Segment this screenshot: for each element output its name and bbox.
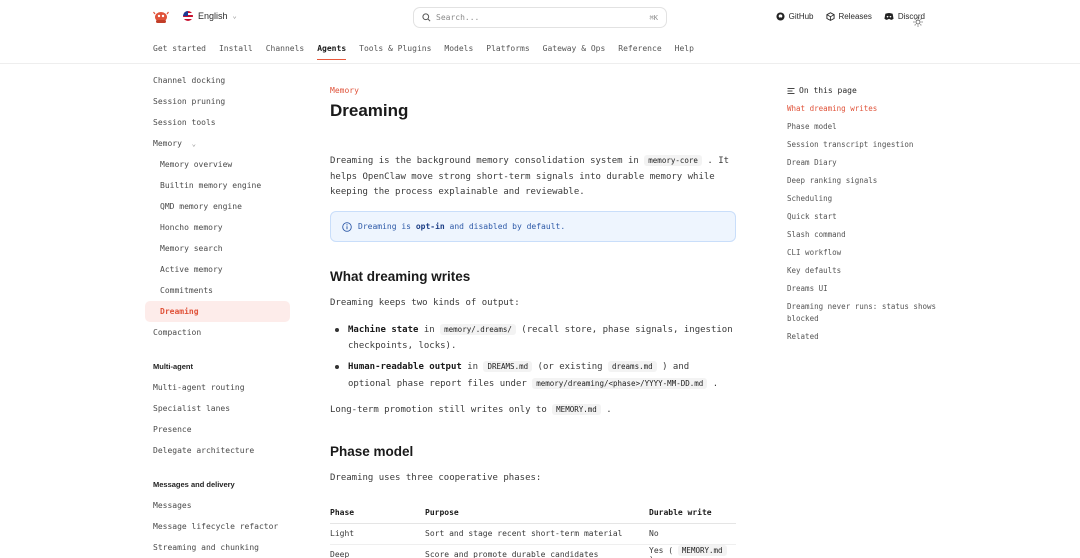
releases-link[interactable]: Releases [825,12,872,21]
toc-item-dreams-ui[interactable]: Dreams UI [787,283,937,295]
search-placeholder: Search... [436,13,480,22]
tab-reference[interactable]: Reference [618,44,661,60]
sidebar-item-streaming[interactable]: Streaming and chunking [145,537,290,558]
sidebar-item-messages[interactable]: Messages [145,495,290,516]
toc-item-quick-start[interactable]: Quick start [787,211,937,223]
toc-item-scheduling[interactable]: Scheduling [787,193,937,205]
us-flag-icon [183,11,193,21]
phase-intro: Dreaming uses three cooperative phases: [330,473,542,483]
table-of-contents: On this page What dreaming writes Phase … [787,86,937,349]
header-links: GitHub Releases Discord [776,12,925,21]
search-input[interactable]: Search... ⌘K [413,7,667,28]
sidebar-item-label: Memory [153,139,182,148]
sidebar-item-compaction[interactable]: Compaction [145,322,290,343]
language-selector[interactable]: English ⌄ [183,11,237,21]
sidebar-item-memory[interactable]: Memory ⌄ [145,133,290,154]
phase-table: Phase Purpose Durable write Light Sort a… [330,502,736,558]
toc-item-what-dreaming-writes[interactable]: What dreaming writes [787,103,937,115]
nav-tabs: Get started Install Channels Agents Tool… [153,44,694,60]
openclaw-logo-icon[interactable] [153,10,169,26]
chevron-down-icon: ⌄ [191,140,196,148]
toc-item-key-defaults[interactable]: Key defaults [787,265,937,277]
sidebar-item-multi-agent-routing[interactable]: Multi-agent routing [145,377,290,398]
list-icon [787,87,795,94]
tab-help[interactable]: Help [675,44,694,60]
sidebar-item-memory-overview[interactable]: Memory overview [145,154,290,175]
toc-item-slash-command[interactable]: Slash command [787,229,937,241]
tab-platforms[interactable]: Platforms [486,44,529,60]
table-header: Purpose [425,502,649,524]
intro-paragraph: Dreaming is the background memory consol… [330,155,730,197]
info-icon [342,221,352,232]
sidebar-item-dreaming[interactable]: Dreaming [145,301,290,322]
toc-item-dream-diary[interactable]: Dream Diary [787,157,937,169]
sidebar-item-session-pruning[interactable]: Session pruning [145,91,290,112]
github-icon [776,12,785,21]
sidebar-item-specialist-lanes[interactable]: Specialist lanes [145,398,290,419]
sidebar-item-active-memory[interactable]: Active memory [145,259,290,280]
sidebar-item-memory-search[interactable]: Memory search [145,238,290,259]
page-title: Dreaming [330,101,409,120]
list-item: Machine state in memory/.dreams/ (recall… [330,322,736,354]
sidebar-item-qmd-memory-engine[interactable]: QMD memory engine [145,196,290,217]
tab-get-started[interactable]: Get started [153,44,206,60]
promotion-paragraph: Long-term promotion still writes only to… [330,404,612,415]
sidebar-item-message-lifecycle[interactable]: Message lifecycle refactor [145,516,290,537]
search-shortcut: ⌘K [649,13,658,22]
language-label: English [198,11,228,21]
table-row: Light Sort and stage recent short-term m… [330,523,736,545]
toc-item-related[interactable]: Related [787,331,937,343]
top-bar: English ⌄ Search... ⌘K GitHub Releases D… [0,0,1080,36]
toc-item-deep-ranking-signals[interactable]: Deep ranking signals [787,175,937,187]
sidebar-item-commitments[interactable]: Commitments [145,280,290,301]
tab-agents[interactable]: Agents [317,44,347,60]
github-link[interactable]: GitHub [776,12,814,21]
main-content: Memory Dreaming Dreaming is the backgrou… [330,86,736,558]
sidebar-item-builtin-memory-engine[interactable]: Builtin memory engine [145,175,290,196]
sidebar-item-session-tools[interactable]: Session tools [145,112,290,133]
table-header: Phase [330,502,425,524]
toc-item-dreaming-never-runs[interactable]: Dreaming never runs: status shows blocke… [787,301,937,325]
sidebar-item-channel-docking[interactable]: Channel docking [145,70,290,91]
tab-gateway-ops[interactable]: Gateway & Ops [543,44,606,60]
sidebar-item-delegate-architecture[interactable]: Delegate architecture [145,440,290,461]
table-row: Deep Score and promote durable candidate… [330,544,736,558]
heading-what-dreaming-writes: What dreaming writes [330,269,471,284]
sidebar-group-messages: Messages and delivery [153,480,235,489]
table-header-row: Phase Purpose Durable write [330,502,736,524]
sidebar-group-multi-agent: Multi-agent [153,362,193,371]
tab-models[interactable]: Models [444,44,473,60]
package-icon [825,12,835,21]
discord-icon [884,13,894,20]
sidebar-item-honcho-memory[interactable]: Honcho memory [145,217,290,238]
heading-phase-model: Phase model [330,444,414,459]
chevron-down-icon: ⌄ [232,12,237,20]
sidebar: Channel docking Session pruning Session … [145,70,290,558]
output-list: Machine state in memory/.dreams/ (recall… [330,322,736,397]
tab-tools-plugins[interactable]: Tools & Plugins [359,44,431,60]
section-eyebrow: Memory [330,86,359,95]
search-icon [422,13,431,22]
writes-intro: Dreaming keeps two kinds of output: [330,298,520,308]
tabs-divider [0,63,1080,64]
toc-item-phase-model[interactable]: Phase model [787,121,937,133]
callout-text: Dreaming is opt-in and disabled by defau… [358,222,566,231]
toc-heading: On this page [787,86,937,95]
info-callout: Dreaming is opt-in and disabled by defau… [330,211,736,242]
inline-code: memory-core [644,155,702,166]
toc-item-session-transcript-ingestion[interactable]: Session transcript ingestion [787,139,937,151]
theme-toggle-sun-icon[interactable] [913,12,923,31]
toc-item-cli-workflow[interactable]: CLI workflow [787,247,937,259]
tab-channels[interactable]: Channels [266,44,305,60]
list-item: Human-readable output in DREAMS.md (or e… [330,359,736,392]
sidebar-item-presence[interactable]: Presence [145,419,290,440]
table-header: Durable write [649,502,736,524]
tab-install[interactable]: Install [219,44,253,60]
